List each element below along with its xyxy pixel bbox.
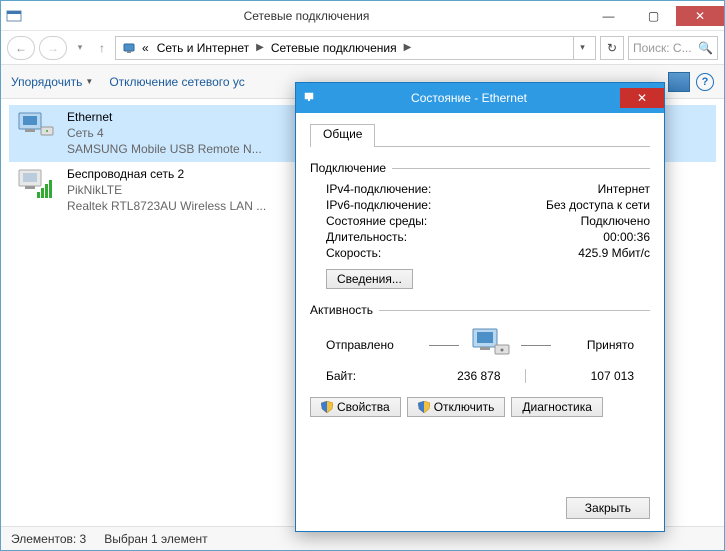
bytes-sent: 236 878 (416, 369, 501, 383)
dialog-close-button[interactable]: ✕ (620, 88, 664, 108)
activity-visual: Отправлено Принято (310, 323, 650, 363)
activity-received-label: Принято (587, 338, 634, 352)
window-controls: — ▢ ✕ (586, 6, 724, 26)
refresh-button[interactable]: ↻ (600, 36, 624, 60)
status-item-count: Элементов: 3 (11, 532, 86, 546)
organize-label: Упорядочить (11, 75, 82, 89)
forward-button[interactable]: → (39, 36, 67, 60)
breadcrumb-item[interactable]: Сеть и Интернет (153, 41, 253, 55)
back-button[interactable]: ← (7, 36, 35, 60)
kv-row: Скорость:425.9 Мбит/с (310, 245, 650, 261)
recent-dropdown[interactable]: ▾ (71, 36, 89, 60)
activity-center (429, 327, 551, 363)
ethernet-icon (15, 109, 57, 147)
connection-text: Беспроводная сеть 2 PikNikLTE Realtek RT… (67, 166, 266, 215)
dialog-titlebar: Состояние - Ethernet ✕ (296, 83, 664, 113)
navbar: ← → ▾ ↑ « Сеть и Интернет ▶ Сетевые подк… (1, 31, 724, 65)
connection-name: Ethernet (67, 109, 262, 125)
connection-network: PikNikLTE (67, 182, 266, 198)
activity-group: Активность Отправлено Принято Байт: 236 … (310, 303, 650, 383)
connection-network: Сеть 4 (67, 125, 262, 141)
dialog-body: Общие Подключение IPv4-подключение:Интер… (296, 113, 664, 427)
kv-value: Интернет (598, 182, 650, 196)
divider (379, 310, 650, 311)
connection-text: Ethernet Сеть 4 SAMSUNG Mobile USB Remot… (67, 109, 262, 158)
maximize-button[interactable]: ▢ (631, 6, 676, 26)
properties-button[interactable]: Свойства (310, 397, 401, 417)
kv-row: Состояние среды:Подключено (310, 213, 650, 229)
chevron-down-icon: ▼ (85, 77, 93, 86)
breadcrumb-prefix: « (138, 41, 153, 55)
connection-adapter: Realtek RTL8723AU Wireless LAN ... (67, 198, 266, 214)
properties-label: Свойства (337, 400, 390, 414)
toolbar-right: ? (668, 72, 714, 92)
search-icon: 🔍 (698, 41, 713, 55)
close-button[interactable]: ✕ (676, 6, 724, 26)
kv-value: 425.9 Мбит/с (578, 246, 650, 260)
activity-monitor-icon (467, 327, 513, 363)
help-icon[interactable]: ? (696, 73, 714, 91)
window-icon (1, 8, 27, 24)
tabbar: Общие (310, 123, 650, 147)
dialog-title: Состояние - Ethernet (318, 91, 620, 105)
dialog-icon (304, 91, 318, 105)
connection-adapter: SAMSUNG Mobile USB Remote N... (67, 141, 262, 157)
kv-key: IPv6-подключение: (326, 198, 546, 212)
kv-key: Состояние среды: (326, 214, 581, 228)
up-button[interactable]: ↑ (93, 36, 111, 60)
window-title: Сетевые подключения (27, 9, 586, 23)
disable-device-action[interactable]: Отключение сетевого ус (109, 75, 244, 89)
kv-value: Подключено (581, 214, 650, 228)
disable-label: Отключить (434, 400, 495, 414)
search-placeholder: Поиск: С... (633, 41, 692, 55)
kv-row: IPv4-подключение:Интернет (310, 181, 650, 197)
wifi-icon (15, 166, 57, 204)
kv-value: 00:00:36 (603, 230, 650, 244)
details-button[interactable]: Сведения... (326, 269, 413, 289)
bytes-received: 107 013 (550, 369, 635, 383)
dialog-button-row: Свойства Отключить Диагностика (310, 397, 650, 417)
line-right (521, 345, 551, 346)
shield-icon (321, 401, 333, 413)
action-label: Отключение сетевого ус (109, 75, 244, 89)
breadcrumb-dropdown[interactable]: ▾ (573, 37, 591, 59)
kv-row: Длительность:00:00:36 (310, 229, 650, 245)
activity-sent-label: Отправлено (326, 338, 394, 352)
kv-row: IPv6-подключение:Без доступа к сети (310, 197, 650, 213)
dialog-footer: Закрыть (566, 497, 650, 519)
shield-icon (418, 401, 430, 413)
minimize-button[interactable]: — (586, 6, 631, 26)
organize-menu[interactable]: Упорядочить ▼ (11, 75, 93, 89)
tab-general[interactable]: Общие (310, 124, 375, 147)
diagnose-button[interactable]: Диагностика (511, 397, 603, 417)
search-input[interactable]: Поиск: С... 🔍 (628, 36, 718, 60)
kv-value: Без доступа к сети (546, 198, 650, 212)
close-dialog-button[interactable]: Закрыть (566, 497, 650, 519)
titlebar: Сетевые подключения — ▢ ✕ (1, 1, 724, 31)
chevron-right-icon[interactable]: ▶ (253, 42, 267, 53)
divider (392, 168, 650, 169)
chevron-right-icon[interactable]: ▶ (401, 42, 415, 53)
connection-group: Подключение IPv4-подключение:Интернет IP… (310, 161, 650, 289)
connection-name: Беспроводная сеть 2 (67, 166, 266, 182)
network-location-icon (120, 39, 138, 57)
status-dialog: Состояние - Ethernet ✕ Общие Подключение… (295, 82, 665, 532)
connection-group-label: Подключение (310, 161, 386, 175)
bytes-row: Байт: 236 878 107 013 (310, 363, 650, 383)
view-options-button[interactable] (668, 72, 690, 92)
disable-button[interactable]: Отключить (407, 397, 506, 417)
kv-key: Скорость: (326, 246, 578, 260)
activity-group-label: Активность (310, 303, 373, 317)
line-left (429, 345, 459, 346)
bytes-label: Байт: (326, 369, 416, 383)
status-selected-count: Выбран 1 элемент (104, 532, 207, 546)
breadcrumb-item[interactable]: Сетевые подключения (267, 41, 401, 55)
divider (525, 369, 526, 383)
breadcrumb[interactable]: « Сеть и Интернет ▶ Сетевые подключения … (115, 36, 596, 60)
kv-key: Длительность: (326, 230, 603, 244)
kv-key: IPv4-подключение: (326, 182, 598, 196)
